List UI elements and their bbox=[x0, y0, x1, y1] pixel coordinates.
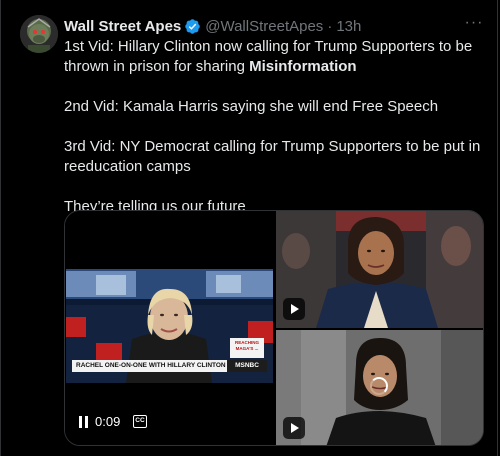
media-grid: REACHING MAGA'S ... RACHEL ONE-ON-ONE WI… bbox=[64, 210, 484, 446]
pause-icon[interactable] bbox=[79, 416, 89, 428]
verified-badge-icon[interactable] bbox=[184, 18, 201, 35]
author-avatar[interactable] bbox=[20, 15, 58, 53]
tweet-paragraph-3: 3rd Vid: NY Democrat calling for Trump S… bbox=[64, 138, 481, 175]
play-icon[interactable] bbox=[283, 417, 305, 439]
tweet-timestamp[interactable]: 13h bbox=[336, 18, 361, 35]
chyron-text: RACHEL ONE-ON-ONE WITH HILLARY CLINTON bbox=[72, 360, 227, 372]
tweet-text: 1st Vid: Hillary Clinton now calling for… bbox=[64, 37, 484, 217]
separator-dot: · bbox=[327, 17, 333, 35]
p1-bold-text: Misinformation bbox=[249, 58, 357, 75]
tweet-paragraph-2: 2nd Vid: Kamala Harris saying she will e… bbox=[64, 98, 439, 115]
tweet-container[interactable]: Wall Street Apes @WallStreetApes · 13h ·… bbox=[0, 0, 498, 456]
play-icon[interactable] bbox=[283, 298, 305, 320]
author-name[interactable]: Wall Street Apes bbox=[64, 18, 181, 35]
video-1-controls: 0:09 CC bbox=[65, 407, 274, 437]
kamala-harris-video-frame bbox=[276, 211, 483, 328]
more-options-icon[interactable]: ··· bbox=[463, 15, 485, 36]
tweet-paragraph-1: 1st Vid: Hillary Clinton now calling for… bbox=[64, 37, 484, 77]
author-handle[interactable]: @WallStreetApes bbox=[205, 18, 323, 35]
closed-captions-icon[interactable]: CC bbox=[133, 415, 147, 428]
video-1-player[interactable]: REACHING MAGA'S ... RACHEL ONE-ON-ONE WI… bbox=[65, 211, 274, 445]
video-2-player[interactable] bbox=[276, 211, 483, 328]
network-logo: MSNBC bbox=[227, 360, 267, 372]
loading-spinner-icon bbox=[370, 377, 388, 395]
video-timecode: 0:09 bbox=[95, 414, 121, 429]
ape-avatar-image bbox=[20, 15, 58, 53]
video-3-player[interactable] bbox=[276, 330, 483, 445]
video-1-frame[interactable]: REACHING MAGA'S ... RACHEL ONE-ON-ONE WI… bbox=[66, 269, 273, 383]
tweet-header: Wall Street Apes @WallStreetApes · 13h bbox=[64, 16, 361, 36]
sidebar-graphic: REACHING MAGA'S ... bbox=[230, 338, 264, 358]
